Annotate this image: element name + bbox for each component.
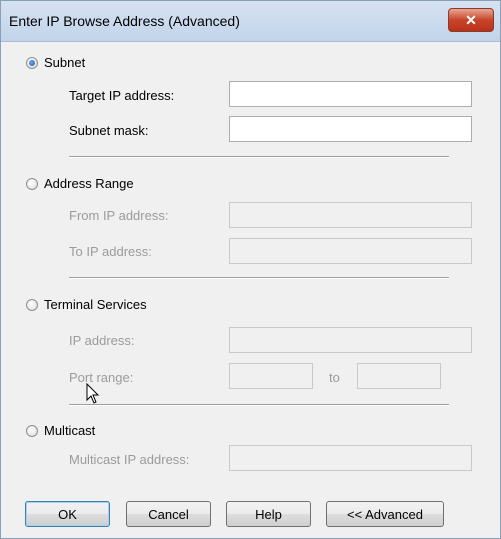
terminal-services-radio-label: Terminal Services bbox=[44, 297, 147, 312]
help-button[interactable]: Help bbox=[226, 501, 311, 527]
dialog-window: Enter IP Browse Address (Advanced) ✕ Sub… bbox=[0, 0, 501, 539]
radio-unselected-icon bbox=[26, 424, 38, 437]
subnet-mask-label: Subnet mask: bbox=[69, 123, 149, 138]
subnet-mask-input[interactable] bbox=[229, 116, 472, 142]
subnet-radio-label: Subnet bbox=[44, 55, 86, 70]
to-ip-input bbox=[229, 238, 472, 264]
radio-unselected-icon bbox=[26, 177, 38, 190]
separator bbox=[69, 277, 449, 279]
multicast-radio[interactable]: Multicast bbox=[26, 423, 95, 438]
close-icon: ✕ bbox=[465, 11, 477, 28]
target-ip-input[interactable] bbox=[229, 81, 472, 107]
address-range-radio[interactable]: Address Range bbox=[26, 176, 134, 191]
title-bar[interactable]: Enter IP Browse Address (Advanced) ✕ bbox=[1, 1, 500, 42]
cancel-button[interactable]: Cancel bbox=[126, 501, 211, 527]
to-ip-label: To IP address: bbox=[69, 244, 152, 259]
multicast-ip-label: Multicast IP address: bbox=[69, 452, 190, 467]
advanced-button[interactable]: << Advanced bbox=[326, 501, 444, 527]
target-ip-label: Target IP address: bbox=[69, 88, 175, 103]
ts-ip-input bbox=[229, 327, 472, 353]
mouse-cursor-icon bbox=[86, 383, 100, 404]
ok-button[interactable]: OK bbox=[25, 501, 110, 527]
terminal-services-radio[interactable]: Terminal Services bbox=[26, 297, 147, 312]
multicast-ip-input bbox=[229, 445, 472, 471]
radio-unselected-icon bbox=[26, 298, 38, 311]
port-to-label: to bbox=[329, 370, 340, 385]
close-button[interactable]: ✕ bbox=[448, 8, 494, 32]
from-ip-label: From IP address: bbox=[69, 208, 169, 223]
address-range-radio-label: Address Range bbox=[44, 176, 134, 191]
subnet-radio[interactable]: Subnet bbox=[26, 55, 85, 70]
dialog-title: Enter IP Browse Address (Advanced) bbox=[9, 13, 240, 29]
from-ip-input bbox=[229, 202, 472, 228]
radio-selected-icon bbox=[26, 56, 38, 69]
port-from-input bbox=[229, 363, 313, 389]
port-to-input bbox=[357, 363, 441, 389]
port-range-label: Port range: bbox=[69, 370, 134, 385]
dialog-content: Subnet Target IP address: Subnet mask: A… bbox=[1, 42, 500, 538]
ts-ip-label: IP address: bbox=[69, 333, 135, 348]
separator bbox=[69, 156, 449, 158]
multicast-radio-label: Multicast bbox=[44, 423, 96, 438]
separator bbox=[69, 404, 449, 406]
